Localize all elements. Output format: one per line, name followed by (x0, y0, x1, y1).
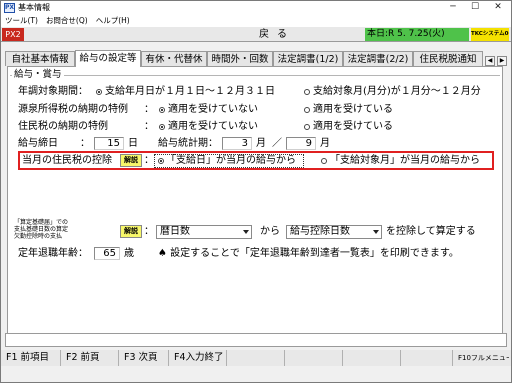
resident-option-1[interactable]: 適用を受けていない (168, 120, 258, 134)
f1-prev-item-button[interactable]: F1 前項目 (3, 350, 61, 366)
year-period-option-1[interactable]: 支給年月日が１月１日〜１２月３１日 (105, 85, 275, 99)
closing-day-unit: 日 (128, 138, 138, 149)
base-days-select-value: 暦日数 (160, 226, 190, 237)
f4-end-input-button[interactable]: F4入力終了 (171, 350, 227, 366)
withholding-option-2[interactable]: 適用を受けている (313, 103, 393, 117)
chevron-down-icon (373, 230, 379, 234)
brand-logo: TKCシステム06&A (471, 28, 509, 41)
deduction-colon: ： (144, 155, 154, 166)
year-period-radio-2[interactable] (304, 89, 310, 95)
app-window: PX 基本情報 ─ ☐ ✕ ツール(T) お問合せ(Q) ヘルプ(H) PX2 … (0, 0, 512, 383)
f8-button[interactable] (403, 350, 453, 366)
message-bar (5, 333, 507, 347)
stat-to-month-input[interactable]: 9 (286, 137, 316, 150)
year-period-option-2[interactable]: 支給対象月(月分)が１月分〜１２月分 (313, 85, 481, 99)
maximize-button[interactable]: ☐ (465, 1, 485, 15)
stat-slash: ／ (272, 138, 282, 149)
tab-legal-report-2[interactable]: 法定調書(2/2) (343, 51, 413, 66)
withholding-radio-1[interactable] (159, 107, 165, 113)
withholding-colon: ： (144, 104, 154, 115)
deduction-radio-1[interactable] (158, 158, 164, 164)
menu-tools[interactable]: ツール(T) (1, 15, 42, 27)
title-bar: PX 基本情報 ─ ☐ ✕ (1, 1, 511, 15)
today-date: 本日:R 5. 7.25(火) (365, 28, 469, 41)
deduction-option-1[interactable]: 「支給日」が当月の給与から (166, 154, 296, 168)
retirement-age-unit: 歳 (124, 248, 134, 259)
withholding-option-1[interactable]: 適用を受けていない (168, 103, 258, 117)
base-days-label-1: 「算定基礎届」での (14, 219, 69, 226)
tab-prev-arrow-icon[interactable]: ◀ (485, 56, 495, 66)
deduction-radio-2[interactable] (321, 158, 327, 164)
deduction-option-2[interactable]: 「支給対象月」が当月の給与から (330, 154, 480, 168)
tab-paid-leave[interactable]: 有休・代替休 (141, 51, 207, 66)
tab-salary-settings[interactable]: 給与の設定等 (75, 50, 141, 67)
withholding-special-label: 源泉所得税の納期の特例 (18, 104, 128, 115)
f5-button[interactable] (229, 350, 285, 366)
stat-from-month-input[interactable]: 3 (222, 137, 252, 150)
tab-resident-tax[interactable]: 住民税脱通知 (413, 51, 483, 66)
base-days-label-3: 欠勤控除時の支払 (14, 233, 63, 240)
f7-button[interactable] (345, 350, 401, 366)
retirement-age-input[interactable]: 65 (94, 247, 120, 260)
mode-badge: PX2 (2, 28, 24, 41)
explain-button-deduction[interactable]: 解説 (120, 154, 142, 167)
f6-button[interactable] (287, 350, 343, 366)
tab-next-arrow-icon[interactable]: ▶ (497, 56, 507, 66)
resident-radio-1[interactable] (159, 124, 165, 130)
tab-legal-report-1[interactable]: 法定調書(1/2) (273, 51, 343, 66)
header-bar: PX2 戻る 本日:R 5. 7.25(火) TKCシステム06&A (1, 27, 511, 42)
closing-day-label: 給与締日 (18, 138, 58, 149)
chevron-down-icon (243, 230, 249, 234)
base-days-colon: ： (144, 226, 154, 237)
deduction-days-select[interactable]: 給与控除日数 (286, 225, 382, 239)
explain-button-base-days[interactable]: 解説 (120, 225, 142, 238)
f2-prev-page-button[interactable]: F2 前頁 (63, 350, 119, 366)
tab-overtime[interactable]: 時間外・回数 (207, 51, 273, 66)
tab-strip: 自社基本情報 給与の設定等 有休・代替休 時間外・回数 法定調書(1/2) 法定… (1, 50, 511, 67)
current-month-deduction-label: 当月の住民税の控除 (22, 155, 112, 166)
stat-from-month-unit: 月 (256, 138, 266, 149)
resident-radio-2[interactable] (304, 124, 310, 130)
resident-colon: ： (144, 121, 154, 132)
menu-bar: ツール(T) お問合せ(Q) ヘルプ(H) (1, 15, 511, 27)
close-button[interactable]: ✕ (488, 1, 508, 15)
base-days-from: から (260, 226, 280, 237)
window-title: 基本情報 (18, 3, 50, 12)
year-period-label: 年調対象期間： (18, 86, 88, 97)
closing-day-input[interactable]: 15 (94, 137, 124, 150)
closing-colon: ： (80, 138, 90, 149)
year-period-radio-1[interactable] (96, 89, 102, 95)
function-key-bar: F1 前項目 F2 前頁 F3 次頁 F4入力終了 F10フルメニュー (1, 350, 511, 366)
f3-next-page-button[interactable]: F3 次頁 (121, 350, 169, 366)
stat-period-label: 給与統計期： (158, 138, 218, 149)
menu-inquiry[interactable]: お問合せ(Q) (42, 15, 92, 27)
base-days-select[interactable]: 暦日数 (156, 225, 252, 239)
resident-option-2[interactable]: 適用を受けている (313, 120, 393, 134)
base-days-label-2: 支払基礎日数の算定 (14, 226, 69, 233)
back-button[interactable]: 戻る (247, 27, 307, 42)
minimize-button[interactable]: ─ (443, 1, 463, 15)
withholding-radio-2[interactable] (304, 107, 310, 113)
retirement-note: ♠ 設定することで「定年退職年齢到達者一覧表」を印刷できます。 (158, 248, 459, 259)
app-icon: PX (4, 3, 15, 13)
group-title: 給与・賞与 (12, 69, 64, 81)
retirement-age-label: 定年退職年齢： (18, 248, 88, 259)
deduction-days-select-value: 給与控除日数 (290, 226, 350, 237)
stat-to-month-unit: 月 (320, 138, 330, 149)
group-divider (10, 75, 500, 76)
tab-company-info[interactable]: 自社基本情報 (5, 51, 75, 66)
f10-full-menu-button[interactable]: F10フルメニュー (455, 350, 509, 366)
settings-panel: 給与・賞与 年調対象期間： 支給年月日が１月１日〜１２月３１日 支給対象月(月分… (7, 66, 503, 341)
base-days-suffix: を控除して算定する (386, 226, 476, 237)
menu-help[interactable]: ヘルプ(H) (92, 15, 134, 27)
resident-special-label: 住民税の納期の特例 (18, 121, 108, 132)
